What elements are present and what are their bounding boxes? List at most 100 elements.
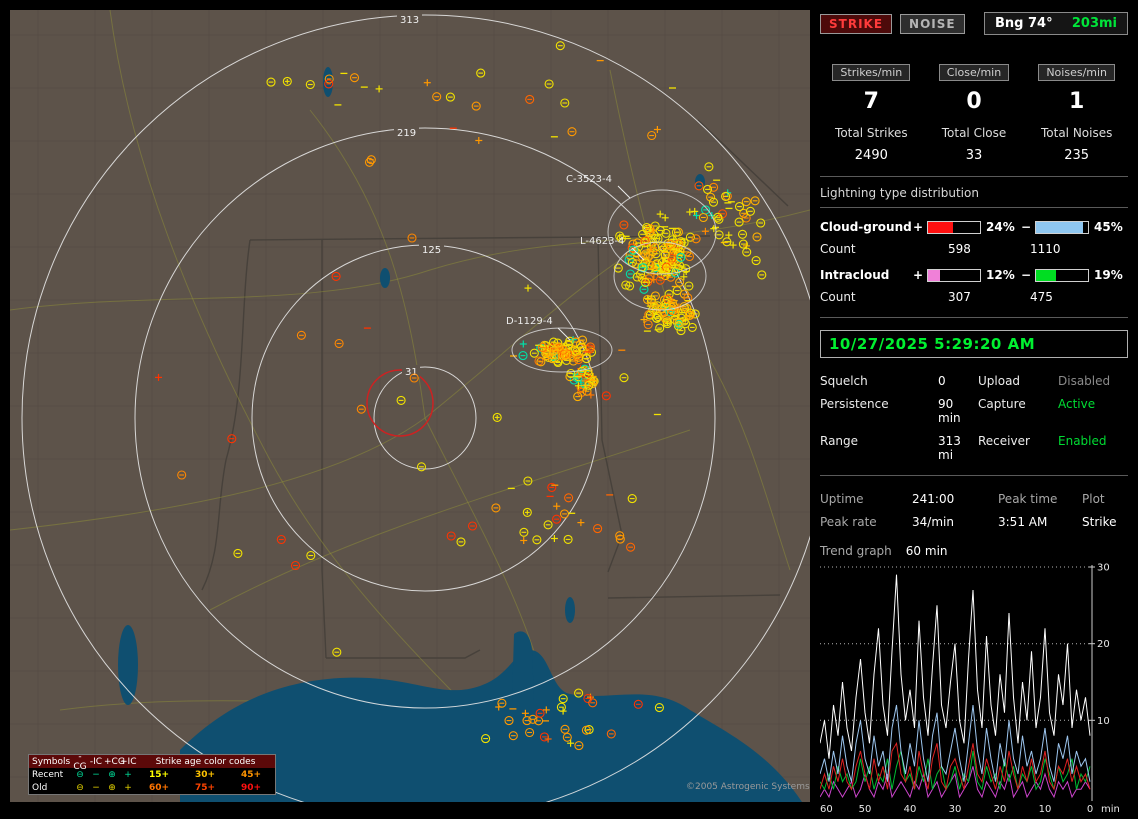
distribution-heading: Lightning type distribution xyxy=(820,186,1128,200)
svg-text:30: 30 xyxy=(949,804,962,815)
count-label: Count xyxy=(820,290,912,304)
peak-rate-label: Peak rate xyxy=(820,515,912,529)
trend-window-value: 60 min xyxy=(906,544,948,558)
cg-pos-pct: 24% xyxy=(984,220,1020,234)
cg-neg-pct: 45% xyxy=(1092,220,1128,234)
svg-text:20: 20 xyxy=(994,804,1007,815)
svg-text:30: 30 xyxy=(1097,563,1110,574)
datetime-display: 10/27/2025 5:29:20 AM xyxy=(820,330,1128,358)
svg-text:125: 125 xyxy=(422,245,441,256)
ic-neg-pct: 19% xyxy=(1092,268,1128,282)
intracloud-label: Intracloud xyxy=(820,268,912,282)
receiver-status: Enabled xyxy=(1058,434,1128,462)
capture-status: Active xyxy=(1058,397,1128,425)
strikes-per-min-value: 7 xyxy=(820,89,923,114)
ic-neg-count: 475 xyxy=(994,290,1053,304)
total-strikes-label: Total Strikes xyxy=(820,126,923,140)
svg-text:C-3523-4: C-3523-4 xyxy=(566,174,612,185)
total-close: Total Close 33 xyxy=(923,126,1026,163)
ic-pos-pct: 12% xyxy=(984,268,1020,282)
bearing-display: Bng 74° 203mi xyxy=(984,12,1128,35)
legend-row: Old⊖−⊕+60+75+90+ xyxy=(29,781,275,794)
divider xyxy=(820,317,1128,318)
svg-text:219: 219 xyxy=(397,128,416,139)
trend-graph-label: Trend graph xyxy=(820,544,892,558)
range-label: Range xyxy=(820,434,938,462)
total-noises-value: 235 xyxy=(1025,148,1128,163)
bearing-value: Bng 74° xyxy=(995,16,1053,31)
divider xyxy=(820,176,1128,177)
strike-button[interactable]: STRIKE xyxy=(820,14,892,34)
noises-per-min-label: Noises/min xyxy=(1038,64,1115,81)
lightning-map[interactable]: 31321912531C-3523-4L-4623-4D-1129-4 xyxy=(10,10,810,802)
squelch-label: Squelch xyxy=(820,374,938,388)
ic-pos-bar xyxy=(927,269,981,282)
lightning-map-area[interactable]: 31321912531C-3523-4L-4623-4D-1129-4 Symb… xyxy=(10,10,810,802)
trend-label-row: Trend graph 60 min xyxy=(820,544,1128,558)
persistence-value: 90 min xyxy=(938,397,978,425)
total-close-label: Total Close xyxy=(923,126,1026,140)
svg-text:50: 50 xyxy=(859,804,872,815)
range-value: 313 mi xyxy=(938,434,978,462)
squelch-value: 0 xyxy=(938,374,978,388)
persistence-label: Persistence xyxy=(820,397,938,425)
close-per-min-value: 0 xyxy=(923,89,1026,114)
peak-rate-value: 34/min xyxy=(912,515,998,529)
legend-header: Symbols-CG-IC+CG+ICStrike age color code… xyxy=(29,755,275,768)
intracloud-row: Intracloud + 12% − 19% xyxy=(820,268,1128,282)
cg-neg-count: 1110 xyxy=(994,242,1061,256)
uptime-label: Uptime xyxy=(820,492,912,506)
minus-sign: − xyxy=(1020,268,1032,282)
legend-row: Recent⊖−⊕+15+30+45+ xyxy=(29,768,275,781)
rates-row: Strikes/min 7 Close/min 0 Noises/min 1 xyxy=(820,61,1128,114)
ic-neg-bar xyxy=(1035,269,1089,282)
close-per-min: Close/min 0 xyxy=(923,61,1026,114)
noise-button[interactable]: NOISE xyxy=(900,14,965,34)
totals-row: Total Strikes 2490 Total Close 33 Total … xyxy=(820,126,1128,163)
total-strikes: Total Strikes 2490 xyxy=(820,126,923,163)
cloud-ground-label: Cloud-ground xyxy=(820,220,912,234)
total-close-value: 33 xyxy=(923,148,1026,163)
svg-text:313: 313 xyxy=(400,15,419,26)
top-toolbar: STRIKE NOISE Bng 74° 203mi xyxy=(820,12,1128,35)
upload-label: Upload xyxy=(978,374,1058,388)
cg-pos-bar xyxy=(927,221,981,234)
settings-grid: Squelch 0 Upload Disabled Persistence 90… xyxy=(820,374,1128,462)
ic-pos-count: 307 xyxy=(912,290,994,304)
map-legend: Symbols-CG-IC+CG+ICStrike age color code… xyxy=(28,754,276,795)
cg-neg-bar xyxy=(1035,221,1089,234)
svg-text:40: 40 xyxy=(904,804,917,815)
uptime-grid: Uptime 241:00 Peak time Plot Peak rate 3… xyxy=(820,492,1128,529)
svg-text:min: min xyxy=(1101,804,1120,815)
total-noises: Total Noises 235 xyxy=(1025,126,1128,163)
svg-text:D-1129-4: D-1129-4 xyxy=(506,316,553,327)
strikes-per-min-label: Strikes/min xyxy=(832,64,910,81)
svg-text:60: 60 xyxy=(820,804,833,815)
copyright-text: ©2005 Astrogenic Systems xyxy=(686,782,810,792)
plot-label: Plot xyxy=(1082,492,1128,506)
noises-per-min-value: 1 xyxy=(1025,89,1128,114)
control-panel: STRIKE NOISE Bng 74° 203mi Strikes/min 7… xyxy=(812,0,1138,812)
plus-sign: + xyxy=(912,268,924,282)
trend-graph-svg: 10 20 30 60 50 40 30 20 10 0 min xyxy=(820,563,1128,819)
distance-value: 203mi xyxy=(1072,16,1117,31)
uptime-value: 241:00 xyxy=(912,492,998,506)
svg-text:20: 20 xyxy=(1097,639,1110,650)
upload-status: Disabled xyxy=(1058,374,1128,388)
cloud-ground-row: Cloud-ground + 24% − 45% xyxy=(820,220,1128,234)
plus-sign: + xyxy=(912,220,924,234)
receiver-label: Receiver xyxy=(978,434,1058,462)
intracloud-count-row: Count 307 475 xyxy=(820,290,1128,304)
cloud-ground-count-row: Count 598 1110 xyxy=(820,242,1128,256)
total-noises-label: Total Noises xyxy=(1025,126,1128,140)
peak-time-label: Peak time xyxy=(998,492,1082,506)
svg-text:0: 0 xyxy=(1087,804,1093,815)
divider xyxy=(820,207,1128,208)
strikes-per-min: Strikes/min 7 xyxy=(820,61,923,114)
peak-time-value: 3:51 AM xyxy=(998,515,1082,529)
svg-text:31: 31 xyxy=(405,367,418,378)
svg-text:10: 10 xyxy=(1039,804,1052,815)
noises-per-min: Noises/min 1 xyxy=(1025,61,1128,114)
divider xyxy=(820,475,1128,476)
svg-text:10: 10 xyxy=(1097,716,1110,727)
